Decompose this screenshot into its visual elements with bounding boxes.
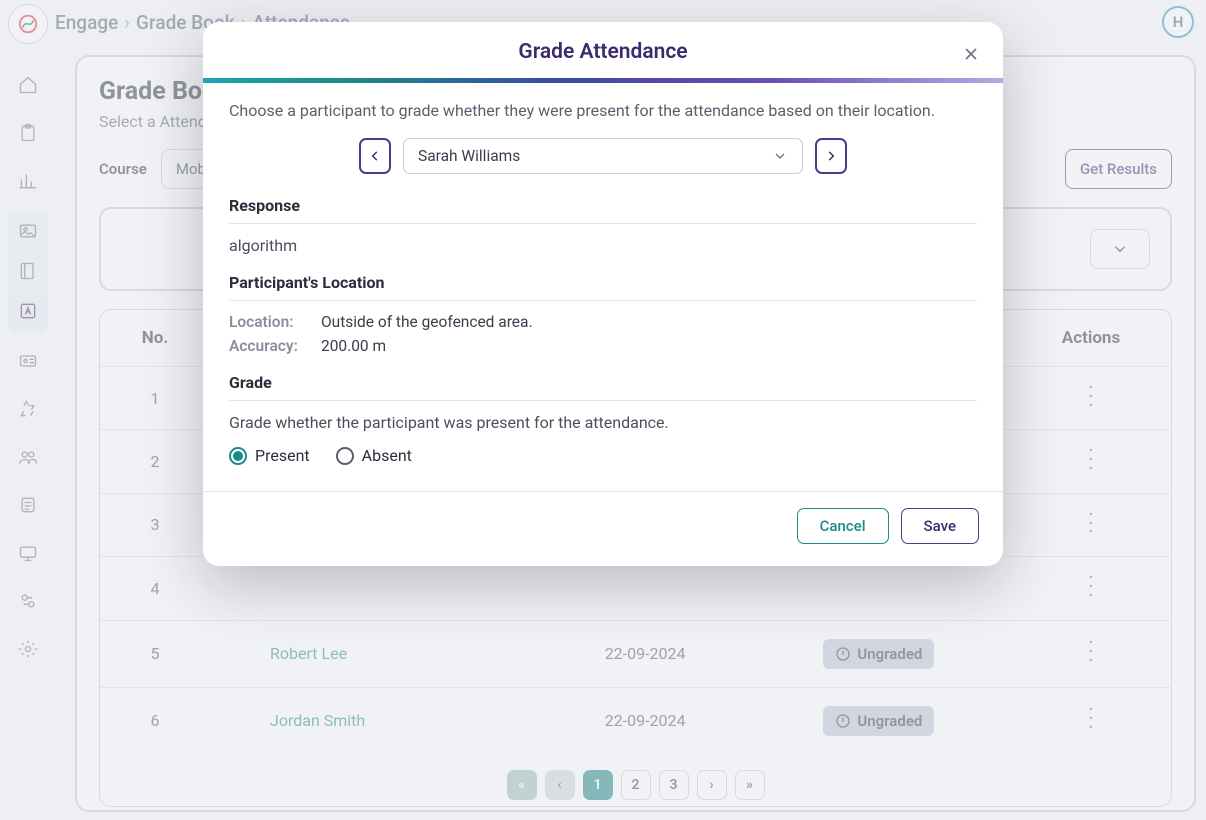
response-value: algorithm [229,236,977,255]
divider [229,400,977,401]
save-button[interactable]: Save [901,508,979,544]
chevron-down-icon [772,148,788,164]
modal-helper-text: Choose a participant to grade whether th… [229,101,977,120]
grade-helper: Grade whether the participant was presen… [229,413,977,432]
radio-present[interactable]: Present [229,446,310,465]
close-icon [961,44,981,64]
radio-dot-icon [229,447,247,465]
next-participant-button[interactable] [815,138,847,174]
modal-close-button[interactable] [957,40,985,68]
chevron-left-icon [368,149,382,163]
participant-name: Sarah Williams [418,147,520,165]
grade-attendance-modal: Grade Attendance Choose a participant to… [203,22,1003,566]
modal-footer: Cancel Save [203,491,1003,566]
accuracy-value: 200.00 m [321,337,386,355]
accuracy-row: Accuracy: 200.00 m [229,337,977,355]
location-value: Outside of the geofenced area. [321,313,533,331]
location-label: Participant's Location [229,273,977,292]
modal-header: Grade Attendance [203,22,1003,78]
prev-participant-button[interactable] [359,138,391,174]
cancel-button[interactable]: Cancel [797,508,889,544]
radio-present-label: Present [255,446,310,465]
chevron-right-icon [824,149,838,163]
participant-picker: Sarah Williams [229,138,977,174]
radio-dot-icon [336,447,354,465]
response-label: Response [229,196,977,215]
divider [229,223,977,224]
accuracy-key: Accuracy: [229,337,311,355]
divider [229,300,977,301]
radio-absent-label: Absent [362,446,412,465]
location-key: Location: [229,313,311,331]
modal-body: Choose a participant to grade whether th… [203,83,1003,491]
location-row: Location: Outside of the geofenced area. [229,313,977,331]
modal-title: Grade Attendance [227,40,979,64]
radio-absent[interactable]: Absent [336,446,412,465]
participant-select[interactable]: Sarah Williams [403,138,803,174]
grade-radio-group: Present Absent [229,446,977,465]
grade-label: Grade [229,373,977,392]
